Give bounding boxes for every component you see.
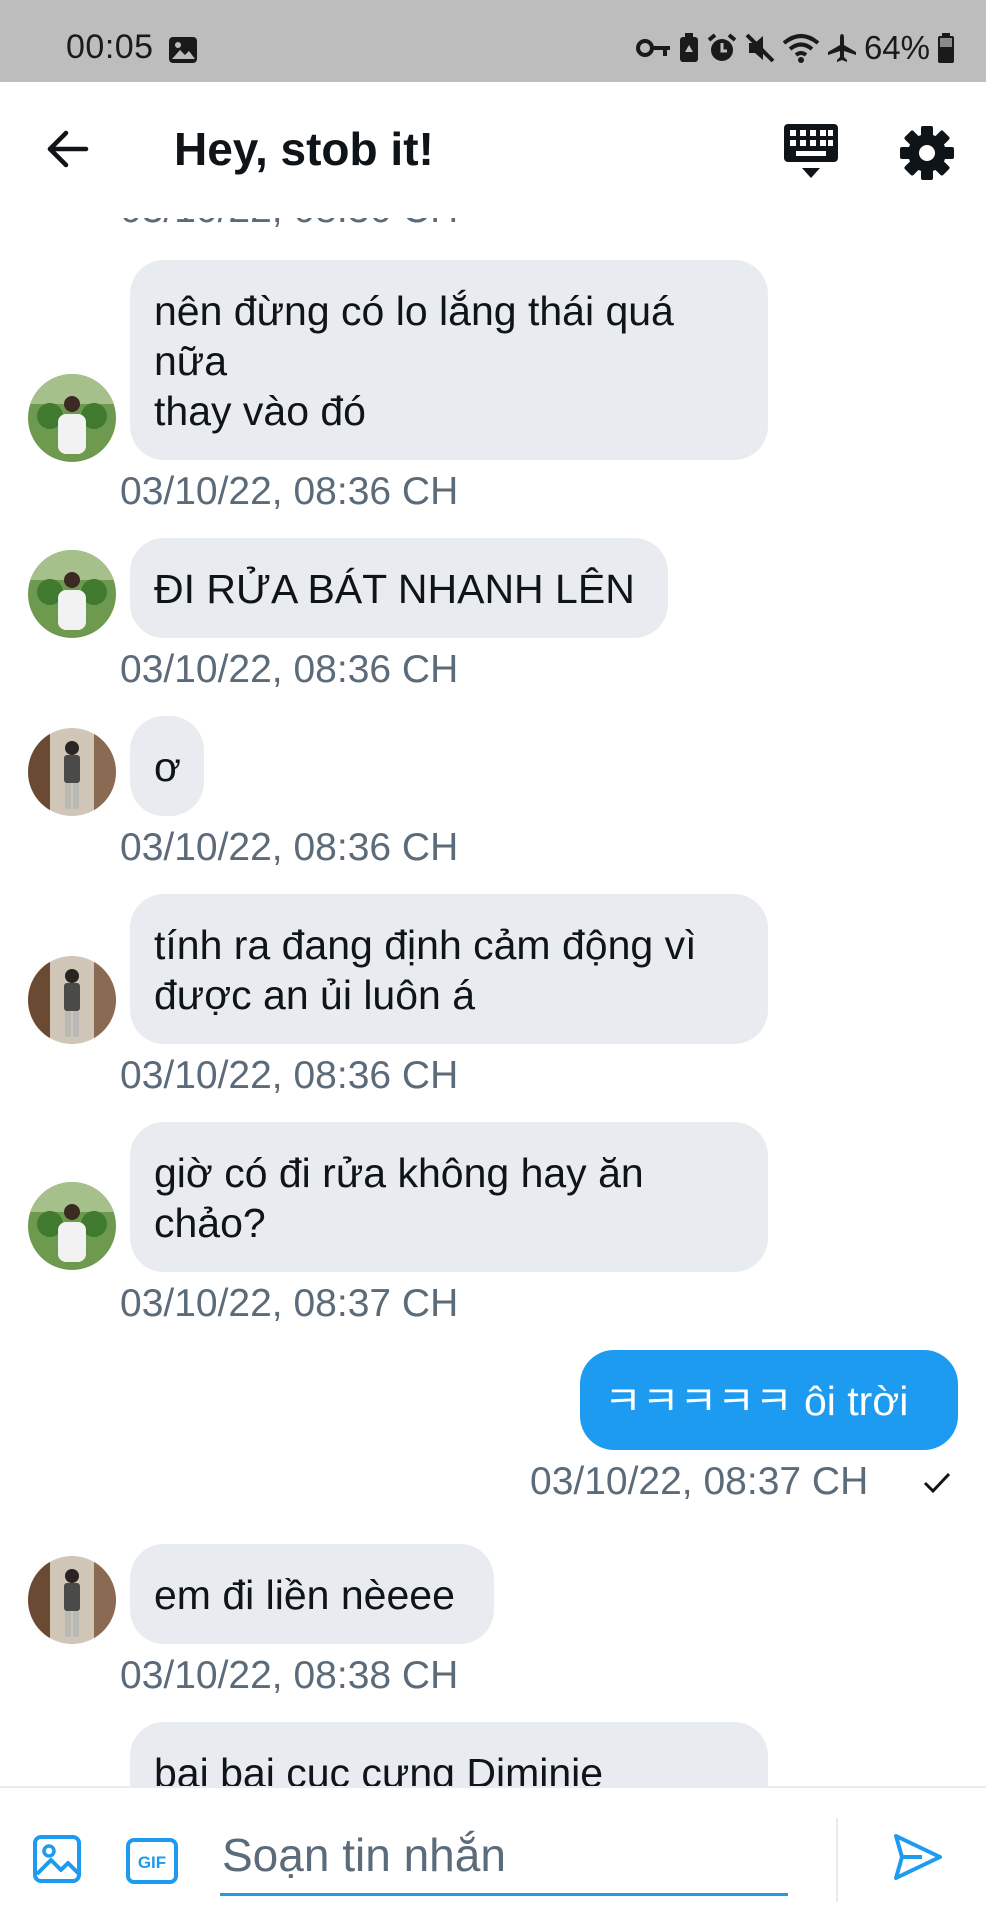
add-gif-button[interactable]: GIF <box>126 1838 178 1889</box>
wifi-icon <box>782 33 820 63</box>
message-input[interactable]: Soạn tin nhắn <box>220 1814 788 1896</box>
battery-saver-icon <box>678 32 700 64</box>
battery-icon <box>936 32 956 64</box>
svg-text:GIF: GIF <box>138 1853 166 1872</box>
message-bubble[interactable]: giờ có đi rửa không hay ăn chảo? <box>130 1122 768 1272</box>
message-bubble[interactable]: bai bai cuc cưng Diminie <box>130 1722 768 1786</box>
message-timestamp: 03/10/22, 08:36 CH <box>120 1054 459 1097</box>
alarm-icon <box>706 32 738 64</box>
message-bubble[interactable]: em đi liền nèeee <box>130 1544 494 1644</box>
message-bubble[interactable]: tính ra đang định cảm động vì được an ủi… <box>130 894 768 1044</box>
message-composer: GIF Soạn tin nhắn <box>0 1786 986 1920</box>
message-timestamp: 03/10/22, 08:37 CH <box>530 1460 869 1503</box>
image-icon <box>32 1835 82 1888</box>
airplane-mode-icon <box>826 32 858 64</box>
send-button[interactable] <box>892 1832 944 1887</box>
message-timestamp: 03/10/22, 08:36 CH <box>120 826 459 869</box>
message-bubble[interactable]: nên đừng có lo lắng thái quá nữa thay và… <box>130 260 768 460</box>
vpn-key-icon <box>635 35 672 61</box>
gallery-notification-icon <box>168 36 198 69</box>
message-timestamp: 03/10/22, 08:38 CH <box>120 1654 459 1697</box>
message-timestamp: 03/10/22, 08:36 CH <box>120 470 459 513</box>
avatar[interactable] <box>28 550 116 638</box>
settings-button[interactable] <box>898 124 956 182</box>
status-bar: 00:05 64% <box>0 0 986 82</box>
message-timestamp: 03/10/22, 08:37 CH <box>120 1282 459 1325</box>
keyboard-button[interactable] <box>780 120 844 184</box>
message-list[interactable]: 03/10/22, 08:36 CH nên đừng có lo lắng t… <box>0 218 986 1786</box>
avatar[interactable] <box>28 1182 116 1270</box>
composer-divider <box>836 1818 838 1902</box>
conversation-header: Hey, stob it! <box>0 82 986 218</box>
sent-check-icon <box>922 1470 952 1501</box>
status-time: 00:05 <box>66 28 154 66</box>
avatar[interactable] <box>28 374 116 462</box>
avatar[interactable] <box>28 728 116 816</box>
status-icons: 64% <box>635 28 956 68</box>
gear-icon <box>898 126 956 186</box>
back-button[interactable] <box>40 124 94 178</box>
battery-percent: 64% <box>863 29 930 66</box>
add-image-button[interactable] <box>32 1834 82 1889</box>
gif-icon: GIF <box>126 1838 178 1888</box>
conversation-title: Hey, stob it! <box>174 123 434 175</box>
message-bubble[interactable]: ơ <box>130 716 204 816</box>
avatar[interactable] <box>28 1556 116 1644</box>
message-bubble-outgoing[interactable]: ㅋㅋㅋㅋㅋ ôi trời <box>580 1350 958 1450</box>
message-timestamp: 03/10/22, 08:36 CH <box>120 648 459 691</box>
arrow-left-icon <box>44 129 90 174</box>
avatar[interactable] <box>28 956 116 1044</box>
send-icon <box>892 1834 944 1886</box>
message-bubble[interactable]: ĐI RỬA BÁT NHANH LÊN <box>130 538 668 638</box>
message-timestamp: 03/10/22, 08:36 CH <box>120 218 458 232</box>
keyboard-icon <box>780 124 844 188</box>
mute-icon <box>744 32 776 64</box>
